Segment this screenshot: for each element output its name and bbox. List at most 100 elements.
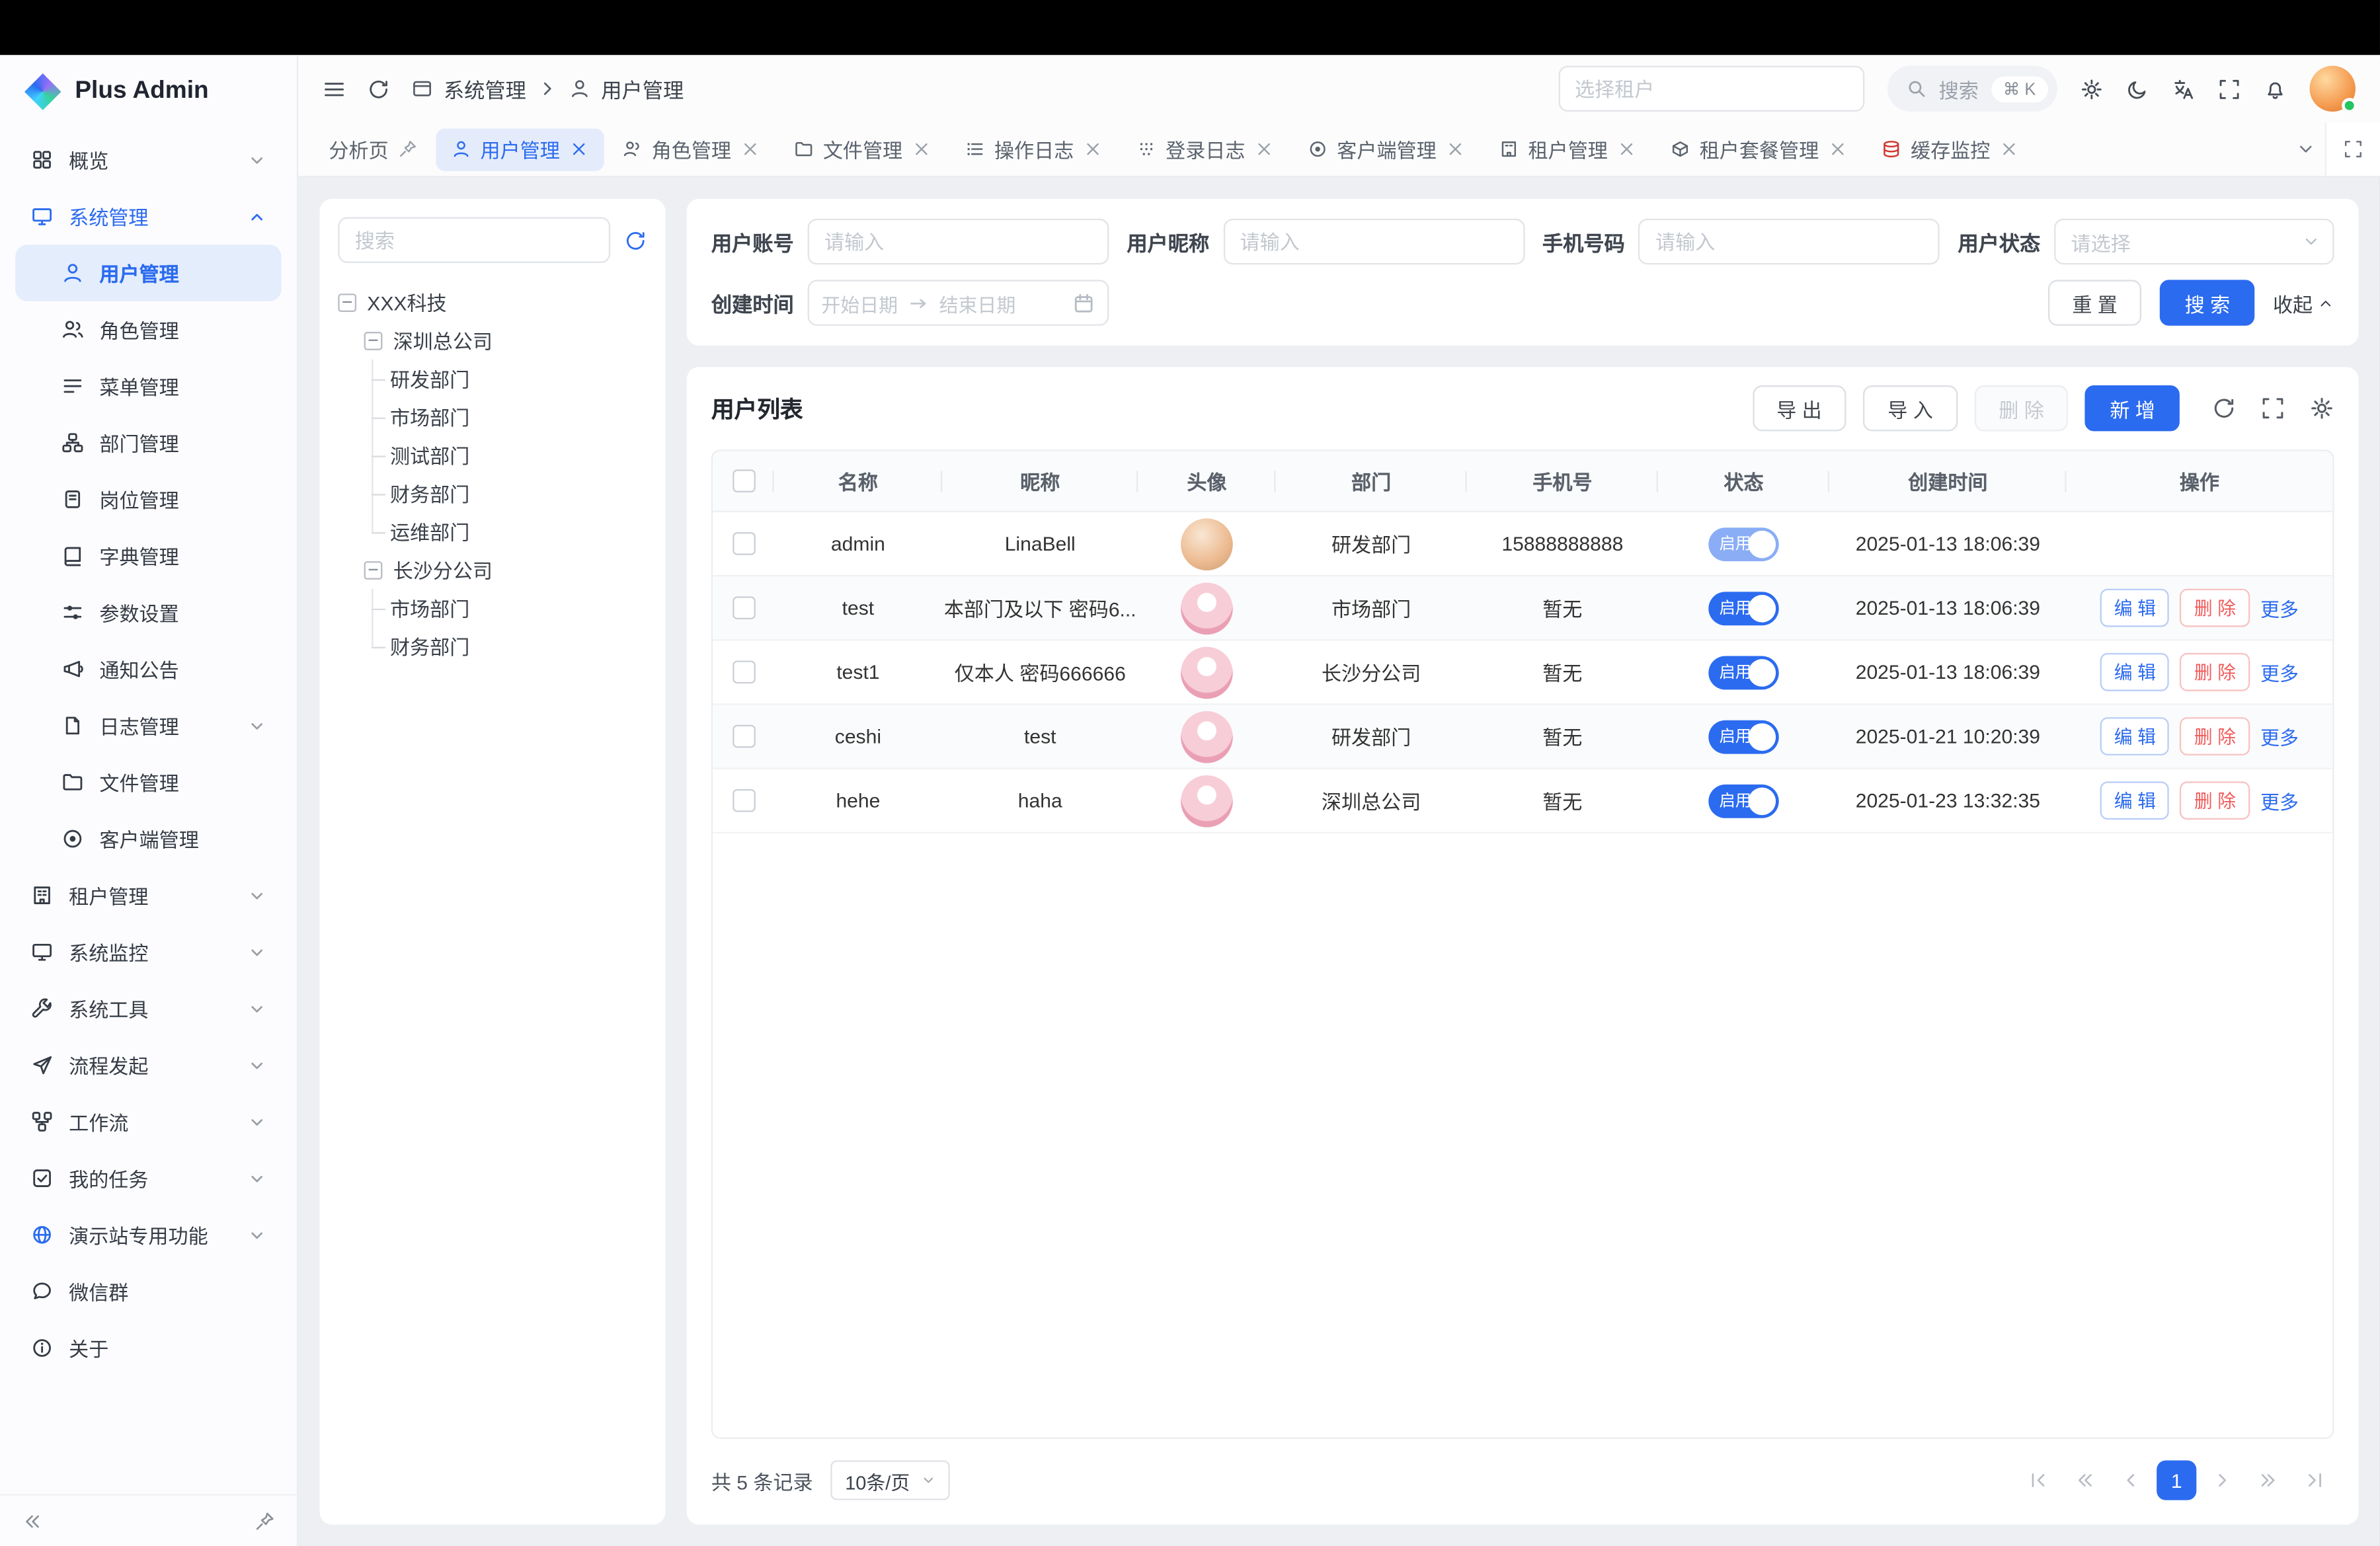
translate-icon[interactable] — [2172, 77, 2195, 100]
sidebar-item-overview[interactable]: 概览 — [15, 132, 282, 188]
tree-collapse-icon[interactable] — [364, 560, 383, 579]
breadcrumb-root[interactable]: 系统管理 — [444, 73, 526, 104]
status-toggle[interactable]: 启用 — [1708, 720, 1778, 754]
close-icon[interactable] — [912, 139, 932, 159]
hamburger-icon[interactable] — [323, 77, 346, 100]
sidebar-item-department-management[interactable]: 部门管理 — [15, 414, 282, 471]
table-row[interactable]: test 本部门及以下 密码6... 市场部门 暂无 启用 2025-01-13… — [713, 576, 2332, 640]
tab-cache-monitor[interactable]: 缓存监控 — [1866, 128, 2035, 171]
delete-row-button[interactable]: 删 除 — [2180, 781, 2250, 820]
delete-row-button[interactable]: 删 除 — [2180, 717, 2250, 755]
pin-icon[interactable] — [398, 139, 418, 159]
sidebar-item-role-management[interactable]: 角色管理 — [15, 301, 282, 358]
close-icon[interactable] — [569, 139, 589, 159]
sidebar-item-notice[interactable]: 通知公告 — [15, 640, 282, 697]
delete-row-button[interactable]: 删 除 — [2180, 589, 2250, 627]
reset-button[interactable]: 重 置 — [2047, 280, 2142, 325]
sidebar-item-system-monitor[interactable]: 系统监控 — [15, 923, 282, 980]
delete-button[interactable]: 删 除 — [1974, 385, 2069, 431]
status-toggle[interactable]: 启用 — [1708, 784, 1778, 818]
sidebar-item-param-settings[interactable]: 参数设置 — [15, 584, 282, 641]
pin-icon[interactable] — [254, 1510, 275, 1531]
status-toggle[interactable]: 启用 — [1708, 655, 1778, 689]
tree-node-branch[interactable]: 长沙分公司 — [338, 551, 647, 589]
tab-tenant-package-management[interactable]: 租户套餐管理 — [1655, 128, 1864, 171]
sidebar-item-process-initiation[interactable]: 流程发起 — [15, 1037, 282, 1094]
moon-icon[interactable] — [2126, 77, 2149, 100]
collapse-filters-link[interactable]: 收起 — [2273, 288, 2334, 317]
tree-collapse-icon[interactable] — [364, 331, 383, 350]
fullscreen-icon[interactable] — [2218, 77, 2241, 100]
tab-role-management[interactable]: 角色管理 — [608, 128, 776, 171]
tree-node-company[interactable]: XXX科技 — [338, 283, 647, 321]
tree-leaf[interactable]: 市场部门 — [338, 589, 647, 627]
close-icon[interactable] — [740, 139, 760, 159]
sidebar-item-client-management[interactable]: 客户端管理 — [15, 810, 282, 867]
search-button[interactable]: 搜 索 — [2161, 280, 2255, 325]
sidebar-item-my-tasks[interactable]: 我的任务 — [15, 1150, 282, 1207]
edit-button[interactable]: 编 辑 — [2100, 717, 2170, 755]
next-page-button[interactable] — [2203, 1460, 2242, 1500]
table-row[interactable]: test1 仅本人 密码666666 长沙分公司 暂无 启用 2025-01-1… — [713, 640, 2332, 705]
tree-leaf[interactable]: 市场部门 — [338, 398, 647, 436]
edit-button[interactable]: 编 辑 — [2100, 589, 2170, 627]
tab-file-management[interactable]: 文件管理 — [779, 128, 947, 171]
sidebar-item-tenant-management[interactable]: 租户管理 — [15, 867, 282, 924]
global-search[interactable]: 搜索 ⌘ K — [1887, 65, 2057, 111]
tab-client-management[interactable]: 客户端管理 — [1292, 128, 1481, 171]
sidebar-item-system-management[interactable]: 系统管理 — [15, 188, 282, 245]
bell-icon[interactable] — [2264, 77, 2287, 100]
row-checkbox[interactable] — [732, 725, 755, 748]
sidebar-item-workflow[interactable]: 工作流 — [15, 1093, 282, 1150]
sidebar-item-post-management[interactable]: 岗位管理 — [15, 471, 282, 528]
more-button[interactable]: 更多 — [2260, 594, 2299, 623]
fullscreen-icon[interactable] — [2261, 396, 2285, 420]
first-page-button[interactable] — [2019, 1460, 2059, 1500]
edit-button[interactable]: 编 辑 — [2100, 653, 2170, 691]
tenant-select-input[interactable] — [1558, 65, 1864, 111]
prev-group-button[interactable] — [2065, 1460, 2104, 1500]
close-icon[interactable] — [1828, 139, 1848, 159]
account-input[interactable] — [808, 219, 1109, 264]
page-size-select[interactable]: 10条/页 — [831, 1460, 949, 1500]
created-date-range[interactable]: 开始日期 结束日期 — [808, 280, 1109, 325]
table-row[interactable]: hehe haha 深圳总公司 暂无 启用 2025-01-23 13:32:3… — [713, 769, 2332, 833]
tree-collapse-icon[interactable] — [338, 293, 356, 311]
tab-user-management[interactable]: 用户管理 — [436, 128, 604, 171]
sidebar-item-dict-management[interactable]: 字典管理 — [15, 527, 282, 584]
tree-leaf[interactable]: 财务部门 — [338, 627, 647, 666]
close-icon[interactable] — [1254, 139, 1274, 159]
sidebar-item-about[interactable]: 关于 — [15, 1320, 282, 1377]
nickname-input[interactable] — [1223, 219, 1525, 264]
select-all-checkbox[interactable] — [732, 469, 755, 492]
refresh-icon[interactable] — [367, 77, 390, 100]
table-row[interactable]: admin LinaBell 研发部门 15888888888 启用 2025-… — [713, 512, 2332, 576]
import-button[interactable]: 导 入 — [1863, 385, 1958, 431]
prev-page-button[interactable] — [2111, 1460, 2151, 1500]
collapse-sidebar-icon[interactable] — [21, 1510, 42, 1531]
tree-search-input[interactable] — [338, 217, 610, 263]
phone-input[interactable] — [1639, 219, 1940, 264]
close-icon[interactable] — [1446, 139, 1466, 159]
gear-icon[interactable] — [2310, 396, 2334, 420]
gear-icon[interactable] — [2080, 77, 2103, 100]
last-page-button[interactable] — [2294, 1460, 2334, 1500]
sidebar-item-user-management[interactable]: 用户管理 — [15, 245, 282, 301]
table-row[interactable]: ceshi test 研发部门 暂无 启用 2025-01-21 10:20:3… — [713, 705, 2332, 769]
user-avatar[interactable] — [2310, 65, 2356, 111]
export-button[interactable]: 导 出 — [1752, 385, 1846, 431]
row-checkbox[interactable] — [732, 660, 755, 683]
row-checkbox[interactable] — [732, 596, 755, 619]
more-button[interactable]: 更多 — [2260, 722, 2299, 751]
sidebar-item-wechat-group[interactable]: 微信群 — [15, 1263, 282, 1320]
tab-tenant-management[interactable]: 租户管理 — [1484, 128, 1652, 171]
status-toggle[interactable]: 启用 — [1708, 527, 1778, 560]
sidebar-item-file-management[interactable]: 文件管理 — [15, 754, 282, 811]
tree-leaf[interactable]: 财务部门 — [338, 474, 647, 512]
close-icon[interactable] — [1617, 139, 1637, 159]
current-page-button[interactable]: 1 — [2157, 1460, 2196, 1500]
tree-node-branch[interactable]: 深圳总公司 — [338, 321, 647, 360]
row-checkbox[interactable] — [732, 532, 755, 555]
status-select[interactable]: 请选择 — [2054, 219, 2334, 264]
tree-leaf[interactable]: 研发部门 — [338, 360, 647, 398]
